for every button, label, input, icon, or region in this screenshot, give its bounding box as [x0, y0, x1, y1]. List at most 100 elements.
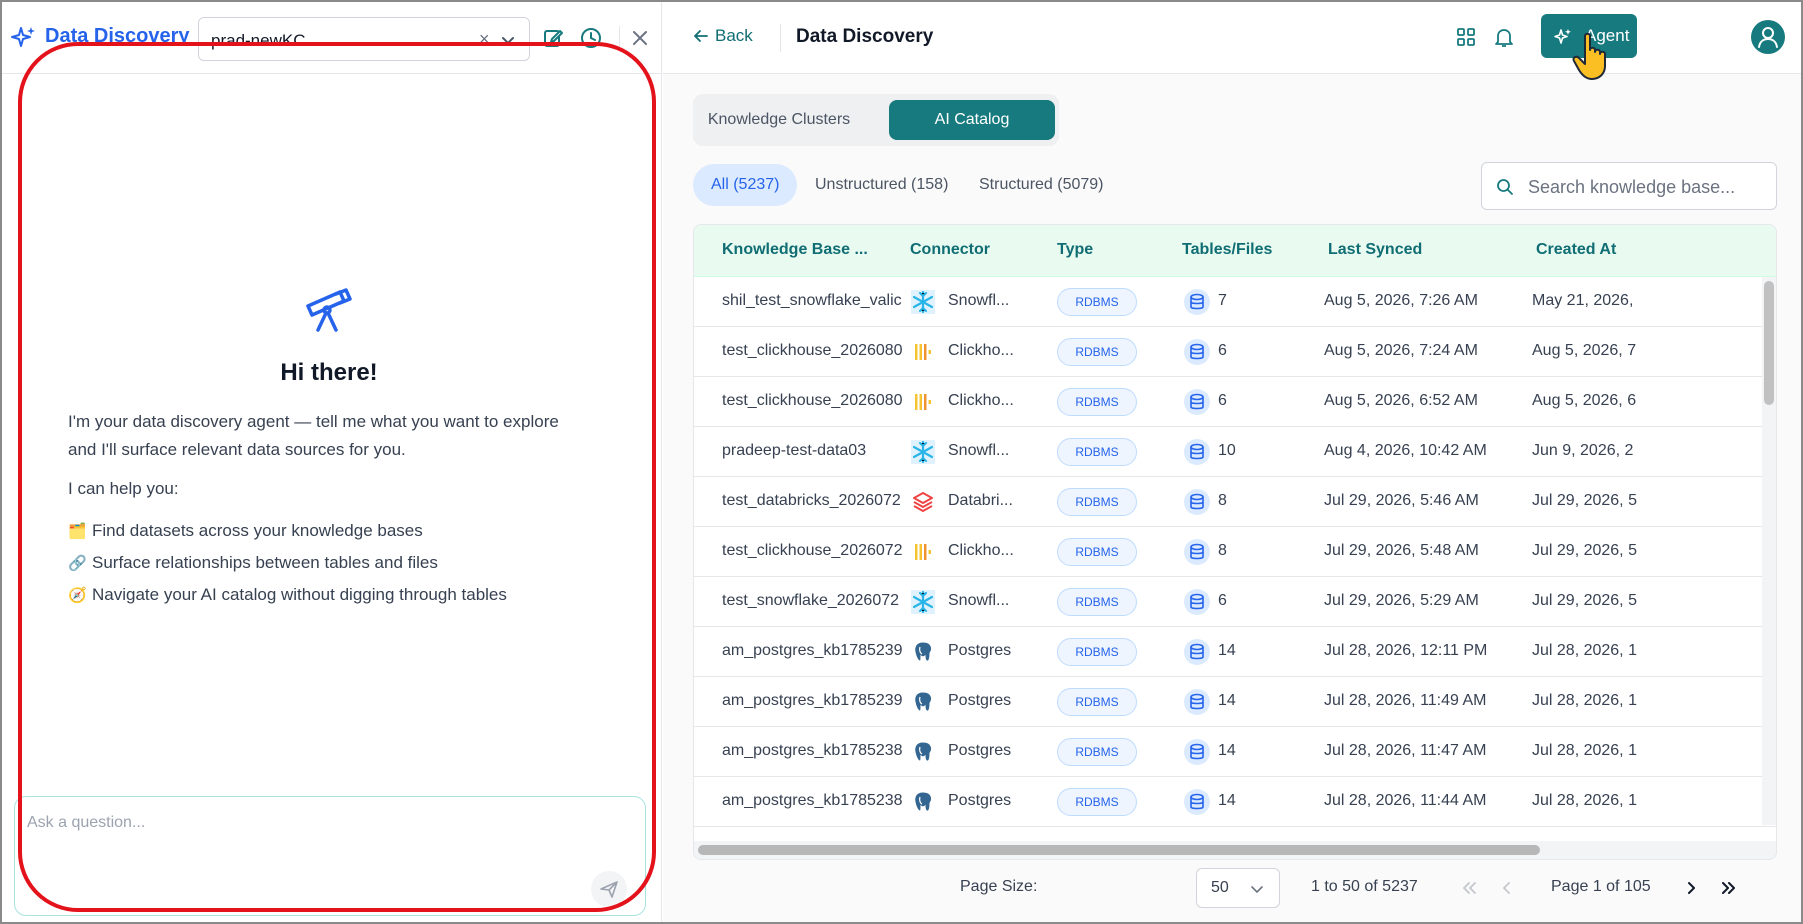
- connector-name: Clickho...: [948, 542, 1014, 559]
- knowledge-base-name[interactable]: am_postgres_kb1785239: [722, 642, 908, 660]
- filter-all[interactable]: All (5237): [693, 164, 798, 206]
- view-tabs: Knowledge Clusters AI Catalog: [693, 94, 1059, 146]
- catalog-table: Knowledge Base ... Connector Type Tables…: [693, 224, 1777, 860]
- type-badge: RDBMS: [1057, 688, 1137, 716]
- connector-name: Clickho...: [948, 342, 1014, 359]
- clear-icon[interactable]: ×: [479, 29, 490, 50]
- tables-files-count: 14: [1218, 792, 1236, 809]
- created-at-value: May 21, 2026,: [1532, 292, 1634, 309]
- type-badge: RDBMS: [1057, 488, 1137, 516]
- postgres-icon: [910, 639, 936, 665]
- column-header-tables-files[interactable]: Tables/Files: [1182, 241, 1272, 259]
- help-item-text: Navigate your AI catalog without digging…: [92, 585, 507, 604]
- ask-question-box[interactable]: [14, 796, 646, 916]
- new-chat-edit-icon[interactable]: [541, 26, 565, 50]
- column-header-knowledge-base[interactable]: Knowledge Base ...: [722, 241, 868, 259]
- last-synced-value: Jul 29, 2026, 5:46 AM: [1324, 492, 1479, 509]
- history-clock-icon[interactable]: [579, 26, 603, 50]
- last-synced-value: Aug 4, 2026, 10:42 AM: [1324, 442, 1487, 459]
- table-row[interactable]: am_postgres_kb1785239 Postgres RDBMS 14 Jul …: [694, 627, 1776, 677]
- postgres-icon: [910, 739, 936, 765]
- back-button[interactable]: Back: [693, 26, 753, 50]
- last-synced-value: Jul 28, 2026, 11:44 AM: [1324, 792, 1487, 809]
- database-icon: [1184, 789, 1210, 815]
- last-synced-value: Aug 5, 2026, 7:26 AM: [1324, 292, 1478, 309]
- type-badge: RDBMS: [1057, 738, 1137, 766]
- table-row[interactable]: pradeep-test-data03 Snowfl... RDBMS 10 Aug 4…: [694, 427, 1776, 477]
- type-badge: RDBMS: [1057, 388, 1137, 416]
- knowledge-base-name[interactable]: test_clickhouse_2026080: [722, 392, 908, 410]
- column-header-type[interactable]: Type: [1057, 241, 1093, 259]
- knowledge-base-name[interactable]: test_clickhouse_2026080: [722, 342, 908, 360]
- user-avatar[interactable]: [1751, 20, 1785, 54]
- vertical-scrollbar-thumb[interactable]: [1764, 281, 1774, 405]
- type-badge: RDBMS: [1057, 338, 1137, 366]
- connector-name: Postgres: [948, 692, 1012, 709]
- top-bar: Back Data Discovery Agent: [663, 2, 1801, 80]
- database-icon: [1184, 589, 1210, 615]
- knowledge-cluster-select[interactable]: prad-newKC ×: [198, 17, 530, 61]
- tables-files-count: 14: [1218, 742, 1236, 759]
- page-size-value: 50: [1211, 879, 1229, 896]
- previous-page-icon[interactable]: [1497, 878, 1517, 898]
- type-badge: RDBMS: [1057, 438, 1137, 466]
- table-row[interactable]: test_snowflake_2026072 Snowfl... RDBMS 6 Jul…: [694, 577, 1776, 627]
- table-row[interactable]: am_postgres_kb1785238 Postgres RDBMS 14 Jul …: [694, 727, 1776, 777]
- knowledge-base-name[interactable]: shil_test_snowflake_valic: [722, 292, 908, 310]
- connector-name: Postgres: [948, 642, 1012, 659]
- last-synced-value: Jul 29, 2026, 5:29 AM: [1324, 592, 1479, 609]
- last-synced-value: Aug 5, 2026, 7:24 AM: [1324, 342, 1478, 359]
- horizontal-scrollbar-thumb[interactable]: [698, 845, 1540, 855]
- knowledge-base-name[interactable]: am_postgres_kb1785239: [722, 692, 908, 710]
- type-badge: RDBMS: [1057, 638, 1137, 666]
- search-box[interactable]: [1481, 162, 1777, 210]
- created-at-value: Jul 28, 2026, 1: [1532, 742, 1637, 759]
- send-button[interactable]: [591, 871, 627, 907]
- connector-name: Snowfl...: [948, 292, 1010, 309]
- knowledge-base-name[interactable]: test_clickhouse_2026072: [722, 542, 908, 560]
- column-header-connector[interactable]: Connector: [910, 241, 990, 259]
- snowflake-icon: [910, 589, 936, 615]
- knowledge-base-name[interactable]: am_postgres_kb1785238: [722, 742, 908, 760]
- last-page-icon[interactable]: [1719, 878, 1739, 898]
- tables-files-count: 8: [1218, 542, 1227, 559]
- tables-files-count: 7: [1218, 292, 1227, 309]
- grid-apps-icon[interactable]: [1455, 26, 1477, 48]
- tab-ai-catalog[interactable]: AI Catalog: [889, 100, 1055, 140]
- column-header-created-at[interactable]: Created At: [1536, 241, 1616, 259]
- compass-emoji-icon: 🧭: [68, 587, 87, 604]
- table-row[interactable]: test_clickhouse_2026080 Clickho... RDBMS 6 A…: [694, 327, 1776, 377]
- knowledge-base-name[interactable]: am_postgres_kb1785238: [722, 792, 908, 810]
- connector-name: Snowfl...: [948, 442, 1010, 459]
- table-row[interactable]: am_postgres_kb1785239 Postgres RDBMS 14 Jul …: [694, 677, 1776, 727]
- search-input[interactable]: [1528, 175, 1768, 199]
- chevron-down-icon[interactable]: [499, 31, 517, 49]
- table-row[interactable]: test_clickhouse_2026080 Clickho... RDBMS 6 A…: [694, 377, 1776, 427]
- next-page-icon[interactable]: [1681, 878, 1701, 898]
- connector-name: Postgres: [948, 792, 1012, 809]
- filter-unstructured[interactable]: Unstructured (158): [797, 164, 966, 206]
- knowledge-base-name[interactable]: pradeep-test-data03: [722, 442, 908, 460]
- ask-question-input[interactable]: [27, 811, 587, 835]
- folder-emoji-icon: 🗂️: [68, 523, 87, 540]
- bell-icon[interactable]: [1493, 26, 1515, 48]
- table-row[interactable]: test_clickhouse_2026072 Clickho... RDBMS 8 J…: [694, 527, 1776, 577]
- page-indicator: Page 1 of 105: [1551, 878, 1651, 895]
- column-header-last-synced[interactable]: Last Synced: [1328, 241, 1422, 259]
- connector-name: Clickho...: [948, 392, 1014, 409]
- page-size-select[interactable]: 50: [1196, 868, 1280, 908]
- tab-knowledge-clusters[interactable]: Knowledge Clusters: [699, 100, 859, 140]
- knowledge-base-name[interactable]: test_snowflake_2026072: [722, 592, 908, 610]
- arrow-left-icon: [694, 30, 708, 42]
- database-icon: [1184, 389, 1210, 415]
- table-row[interactable]: test_databricks_2026072 Databri... RDBMS 8 J…: [694, 477, 1776, 527]
- close-icon[interactable]: [628, 26, 652, 50]
- first-page-icon[interactable]: [1459, 878, 1479, 898]
- filter-structured[interactable]: Structured (5079): [961, 164, 1122, 206]
- knowledge-base-name[interactable]: test_databricks_2026072: [722, 492, 908, 510]
- header-divider: [619, 26, 620, 50]
- table-row[interactable]: am_postgres_kb1785238 Postgres RDBMS 14 Jul …: [694, 777, 1776, 827]
- table-row[interactable]: shil_test_snowflake_valic Snowfl... RDBMS 7…: [694, 277, 1776, 327]
- hand-pointer-icon: [1572, 32, 1606, 80]
- type-badge: RDBMS: [1057, 288, 1137, 316]
